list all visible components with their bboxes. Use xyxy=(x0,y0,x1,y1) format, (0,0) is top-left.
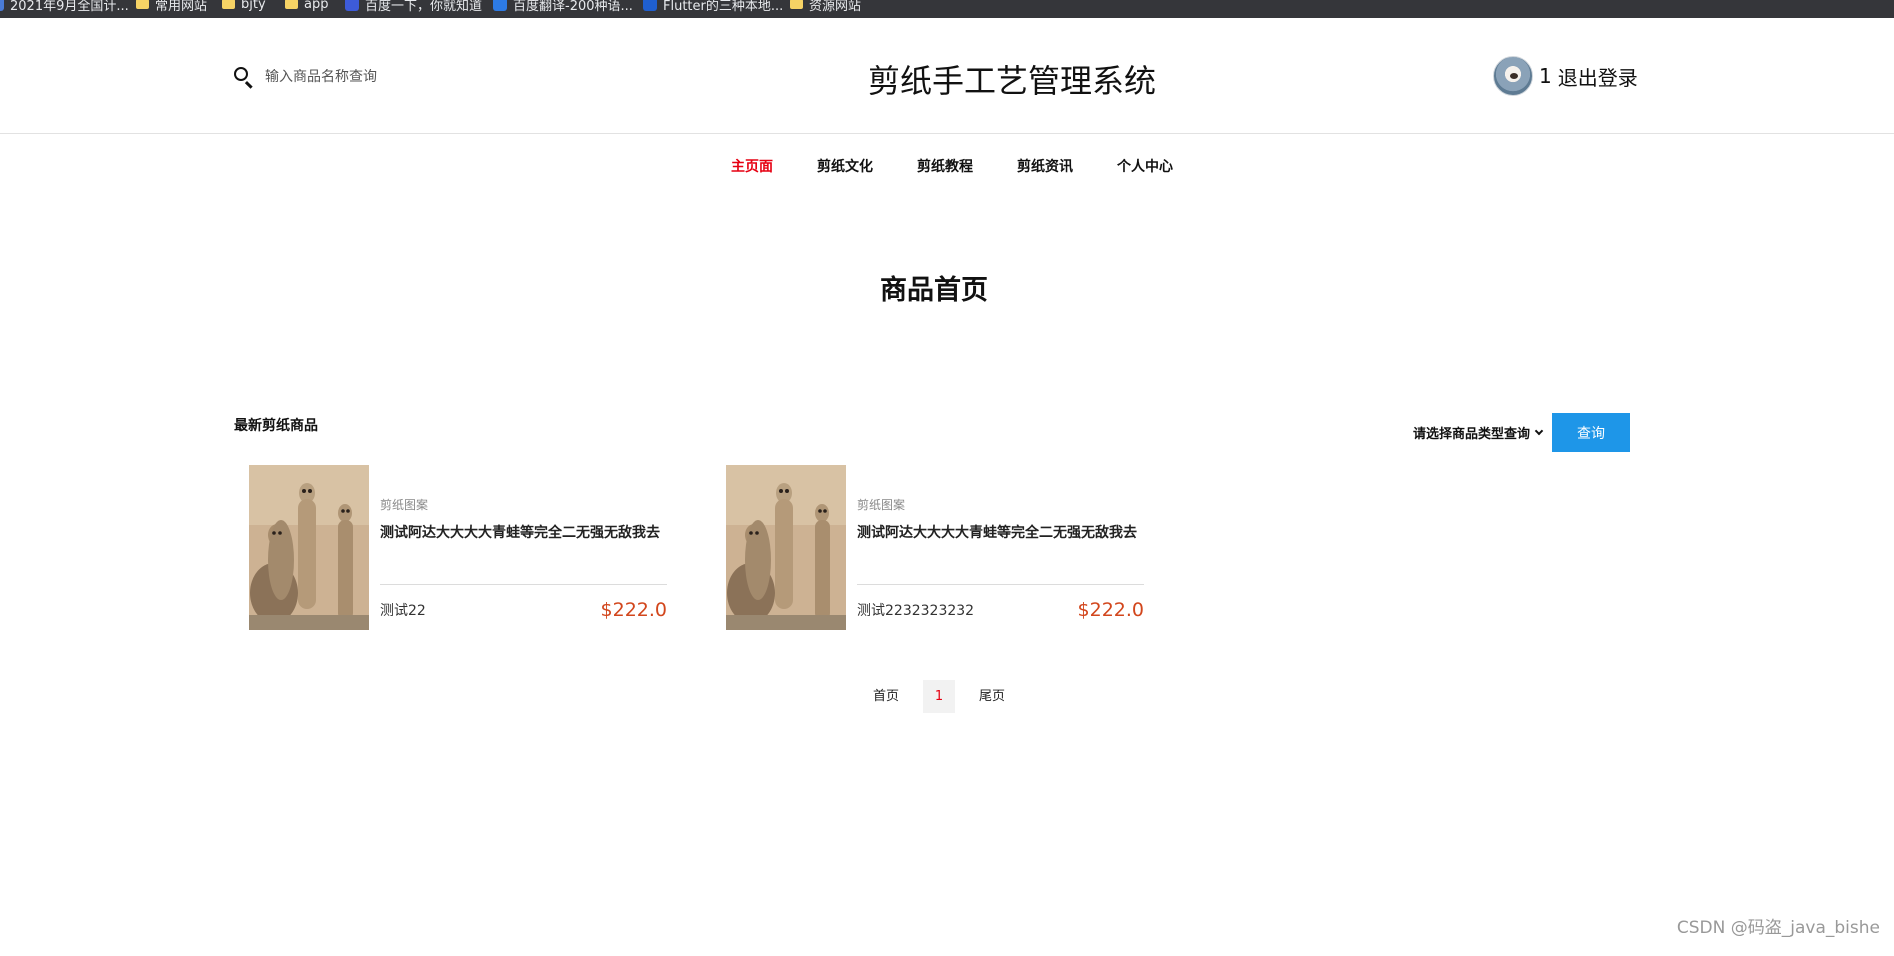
bookmark-item[interactable]: 2021年9月全国计... xyxy=(0,0,129,14)
avatar[interactable] xyxy=(1493,56,1533,96)
chevron-down-icon xyxy=(1534,426,1544,436)
bookmark-item[interactable]: 百度翻译-200种语... xyxy=(493,0,633,14)
pagination: 首页 1 尾页 xyxy=(0,680,1868,713)
product-card[interactable]: 剪纸图案 测试阿达大大大大青蛙等完全二无强无敌我去 测试22 $222.0 xyxy=(249,465,667,630)
page-title: 商品首页 xyxy=(880,275,988,306)
logout-link[interactable]: 退出登录 xyxy=(1558,62,1638,91)
bookmark-folder[interactable]: bjty xyxy=(222,0,266,12)
product-desc: 测试22 xyxy=(380,603,426,619)
product-desc: 测试2232323232 xyxy=(857,603,975,619)
main-nav: 主页面 剪纸文化 剪纸教程 剪纸资讯 个人中心 xyxy=(0,156,1894,176)
current-page[interactable]: 1 xyxy=(923,680,955,713)
product-image[interactable] xyxy=(726,465,846,630)
folder-icon xyxy=(790,0,803,9)
nav-item-news[interactable]: 剪纸资讯 xyxy=(1017,156,1073,176)
bookmark-item[interactable]: Flutter的三种本地... xyxy=(643,0,783,14)
baidu-icon xyxy=(345,0,359,11)
product-image[interactable] xyxy=(249,465,369,630)
watermark: CSDN @码盗_java_bishe xyxy=(1676,918,1880,938)
category-select[interactable]: 请选择商品类型查询 xyxy=(1413,423,1544,442)
product-name[interactable]: 测试阿达大大大大青蛙等完全二无强无敌我去 xyxy=(857,522,1137,542)
query-button[interactable]: 查询 xyxy=(1552,413,1631,452)
nav-item-profile[interactable]: 个人中心 xyxy=(1117,156,1173,176)
bookmark-folder[interactable]: app xyxy=(285,0,328,12)
divider xyxy=(380,584,667,585)
first-page-link[interactable]: 首页 xyxy=(863,680,909,713)
product-info: 剪纸图案 测试阿达大大大大青蛙等完全二无强无敌我去 测试22 $222.0 xyxy=(380,465,667,630)
site-header: 剪纸手工艺管理系统 1 退出登录 xyxy=(0,18,1894,134)
divider xyxy=(857,584,1144,585)
user-area: 1 退出登录 xyxy=(1493,56,1638,96)
folder-icon xyxy=(222,0,235,9)
bookmark-item[interactable]: 百度一下，你就知道 xyxy=(345,0,482,14)
filter-bar: 请选择商品类型查询 查询 xyxy=(1413,413,1631,452)
product-card[interactable]: 剪纸图案 测试阿达大大大大青蛙等完全二无强无敌我去 测试2232323232 $… xyxy=(726,465,1144,630)
xu-icon xyxy=(643,0,657,11)
product-price: $222.0 xyxy=(1077,599,1144,621)
folder-icon xyxy=(285,0,298,9)
product-info: 剪纸图案 测试阿达大大大大青蛙等完全二无强无敌我去 测试2232323232 $… xyxy=(857,465,1144,630)
nav-item-tutorial[interactable]: 剪纸教程 xyxy=(917,156,973,176)
user-name[interactable]: 1 xyxy=(1539,64,1552,88)
product-price: $222.0 xyxy=(600,599,667,621)
product-name[interactable]: 测试阿达大大大大青蛙等完全二无强无敌我去 xyxy=(380,522,660,542)
category-select-label: 请选择商品类型查询 xyxy=(1413,427,1531,442)
product-category: 剪纸图案 xyxy=(857,498,906,512)
translate-icon xyxy=(493,0,507,11)
folder-icon xyxy=(136,0,149,9)
section-title: 最新剪纸商品 xyxy=(234,418,318,434)
nav-item-culture[interactable]: 剪纸文化 xyxy=(817,156,873,176)
bookmarks-bar: 2021年9月全国计... 常用网站 bjty app 百度一下，你就知道 百度… xyxy=(0,0,1894,18)
bookmark-folder[interactable]: 常用网站 xyxy=(136,0,207,14)
bookmark-folder[interactable]: 资源网站 xyxy=(790,0,861,14)
nav-item-home[interactable]: 主页面 xyxy=(731,156,773,176)
last-page-link[interactable]: 尾页 xyxy=(969,680,1015,713)
product-category: 剪纸图案 xyxy=(380,498,429,512)
globe-icon xyxy=(0,0,4,11)
